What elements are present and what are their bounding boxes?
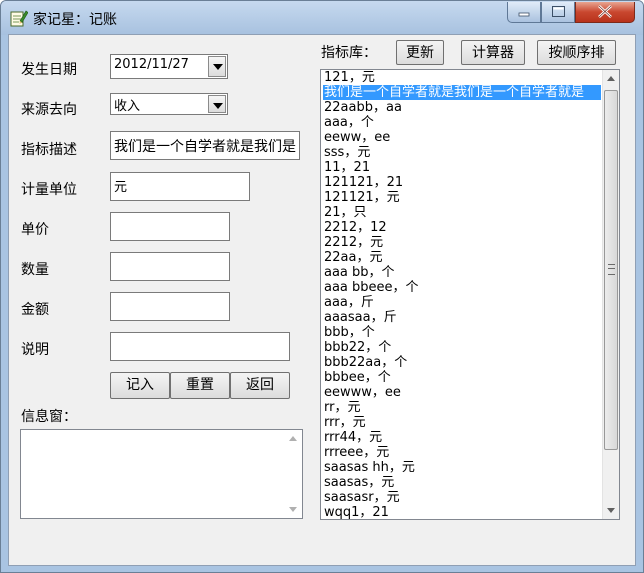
list-item[interactable]: aaa，斤 bbox=[323, 295, 601, 310]
list-item[interactable]: 121，元 bbox=[323, 70, 601, 85]
unit-field[interactable]: 元 bbox=[110, 172, 250, 201]
list-item[interactable]: rrreee，元 bbox=[323, 445, 601, 460]
list-item[interactable]: eewww，ee bbox=[323, 385, 601, 400]
list-item[interactable]: aaasaa，斤 bbox=[323, 310, 601, 325]
desc-field[interactable]: 我们是一个自学者就是我们是 bbox=[110, 131, 300, 160]
source-select[interactable]: 收入 bbox=[110, 93, 228, 115]
desc-label: 指标描述 bbox=[21, 142, 77, 158]
date-label: 发生日期 bbox=[21, 62, 77, 78]
minimize-button[interactable] bbox=[507, 2, 541, 23]
list-item[interactable]: 11，21 bbox=[323, 160, 601, 175]
date-picker[interactable]: 2012/11/27 bbox=[110, 54, 228, 79]
list-item[interactable]: bbb，个 bbox=[323, 325, 601, 340]
list-item[interactable]: saasas，元 bbox=[323, 475, 601, 490]
scroll-thumb[interactable] bbox=[604, 90, 618, 450]
list-item[interactable]: aaa bb，个 bbox=[323, 265, 601, 280]
quantity-label: 数量 bbox=[21, 262, 49, 278]
list-item[interactable]: aaa，个 bbox=[323, 115, 601, 130]
list-scrollbar[interactable] bbox=[602, 70, 619, 519]
amount-label: 金额 bbox=[21, 302, 49, 318]
list-item[interactable]: aaa bbeee，个 bbox=[323, 280, 601, 295]
window-title: 家记星：记账 bbox=[33, 12, 117, 28]
amount-field[interactable] bbox=[110, 292, 230, 321]
list-item[interactable]: sss，元 bbox=[323, 145, 601, 160]
list-item[interactable]: bbb22aa，个 bbox=[323, 355, 601, 370]
library-label: 指标库： bbox=[321, 45, 377, 61]
list-item[interactable]: 21，只 bbox=[323, 205, 601, 220]
list-item[interactable]: 121121，元 bbox=[323, 190, 601, 205]
list-item[interactable]: bbbee，个 bbox=[323, 370, 601, 385]
app-window: 家记星：记账 发生日期 2012/11/27 来源去向 收入 指标描述 我们是一… bbox=[0, 0, 644, 573]
client-area: 发生日期 2012/11/27 来源去向 收入 指标描述 我们是一个自学者就是我… bbox=[8, 34, 636, 566]
maximize-button[interactable] bbox=[541, 2, 575, 23]
minimize-icon bbox=[518, 12, 530, 17]
title-bar[interactable]: 家记星：记账 bbox=[1, 1, 643, 35]
list-item[interactable]: eeww，ee bbox=[323, 130, 601, 145]
calculator-button[interactable]: 计算器 bbox=[461, 40, 525, 65]
record-button[interactable]: 记入 bbox=[110, 372, 170, 399]
source-label: 来源去向 bbox=[21, 102, 77, 118]
price-field[interactable] bbox=[110, 212, 230, 241]
note-label: 说明 bbox=[21, 342, 49, 358]
notepad-pencil-icon bbox=[10, 10, 28, 27]
quantity-field[interactable] bbox=[110, 252, 230, 281]
list-item[interactable]: 2212，12 bbox=[323, 220, 601, 235]
scroll-up-icon[interactable] bbox=[603, 70, 619, 87]
date-value: 2012/11/27 bbox=[114, 57, 189, 72]
scroll-down-icon[interactable] bbox=[285, 501, 301, 518]
list-item[interactable]: 我们是一个自学者就是我们是一个自学者就是 bbox=[323, 85, 601, 100]
list-item[interactable]: 22aa，元 bbox=[323, 250, 601, 265]
list-item[interactable]: 2212，元 bbox=[323, 235, 601, 250]
source-value: 收入 bbox=[114, 99, 141, 114]
list-item[interactable]: saasasr，元 bbox=[323, 490, 601, 505]
list-item[interactable]: bbb22，个 bbox=[323, 340, 601, 355]
list-item[interactable]: rrr，元 bbox=[323, 415, 601, 430]
list-item[interactable]: wqq1，21 bbox=[323, 505, 601, 519]
unit-label: 计量单位 bbox=[21, 182, 77, 198]
list-item[interactable]: rr，元 bbox=[323, 400, 601, 415]
info-window[interactable] bbox=[20, 429, 303, 519]
back-button[interactable]: 返回 bbox=[230, 372, 290, 399]
reset-button[interactable]: 重置 bbox=[170, 372, 230, 399]
note-field[interactable] bbox=[110, 332, 290, 361]
info-scrollbar[interactable] bbox=[285, 430, 302, 518]
scroll-down-icon[interactable] bbox=[603, 502, 619, 519]
chevron-down-icon[interactable] bbox=[208, 56, 226, 77]
list-item[interactable]: saasas hh，元 bbox=[323, 460, 601, 475]
list-item[interactable]: rrr44，元 bbox=[323, 430, 601, 445]
close-button[interactable] bbox=[575, 2, 635, 23]
list-item[interactable]: 121121，21 bbox=[323, 175, 601, 190]
sort-button[interactable]: 按顺序排 bbox=[537, 40, 616, 65]
indicator-list-items: 121，元 我们是一个自学者就是我们是一个自学者就是 22aabb，aa aaa，个 e… bbox=[323, 70, 601, 519]
refresh-button[interactable]: 更新 bbox=[396, 40, 444, 65]
close-icon bbox=[598, 5, 612, 18]
price-label: 单价 bbox=[21, 222, 49, 238]
maximize-icon bbox=[552, 6, 565, 17]
list-item[interactable]: 22aabb，aa bbox=[323, 100, 601, 115]
grip-icon bbox=[608, 264, 615, 275]
chevron-down-icon[interactable] bbox=[208, 95, 226, 113]
scroll-up-icon[interactable] bbox=[285, 430, 301, 447]
info-label: 信息窗： bbox=[21, 409, 77, 425]
indicator-list[interactable]: 121，元 我们是一个自学者就是我们是一个自学者就是 22aabb，aa aaa，个 e… bbox=[320, 69, 620, 520]
